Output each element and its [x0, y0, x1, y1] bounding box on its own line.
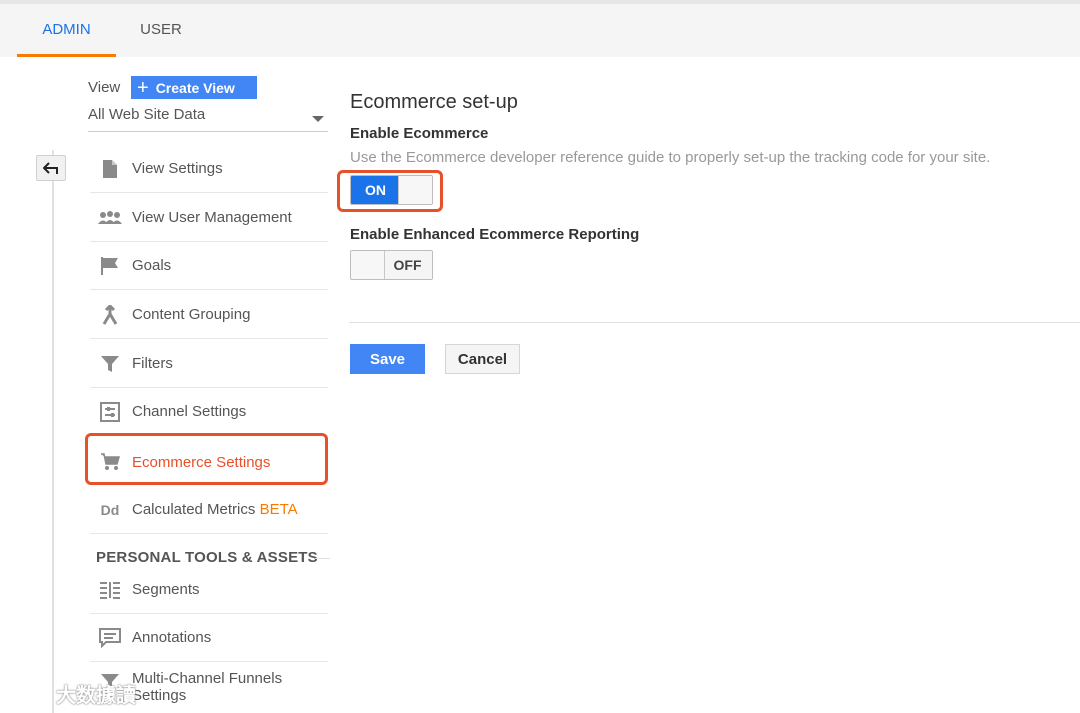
chevron-down-icon	[312, 116, 324, 122]
enable-ecommerce-description: Use the Ecommerce developer reference gu…	[350, 149, 991, 166]
enhanced-ecommerce-toggle[interactable]: OFF	[350, 250, 433, 280]
create-view-label: Create View	[155, 79, 235, 96]
annotation-icon	[97, 627, 123, 648]
create-view-button[interactable]: + Create View	[131, 76, 257, 99]
document-icon	[97, 159, 123, 179]
nav-item-label: View Settings	[132, 160, 223, 177]
nav-item-label: Channel Settings	[132, 403, 247, 420]
panel-divider	[52, 150, 54, 713]
cancel-button[interactable]: Cancel	[445, 344, 520, 374]
grouping-icon	[97, 304, 123, 325]
view-selector-value: All Web Site Data	[88, 106, 206, 123]
ecommerce-settings-highlight	[85, 433, 328, 485]
nav-item-label: Filters	[132, 355, 173, 372]
page-title: Ecommerce set-up	[350, 91, 518, 113]
filter-icon	[97, 354, 123, 374]
view-label: View	[88, 79, 121, 96]
flag-icon	[97, 256, 123, 276]
section-rule	[315, 558, 330, 559]
dd-icon: Dd	[100, 501, 120, 518]
nav-item-goals[interactable]: Goals	[90, 242, 328, 290]
plus-icon: +	[137, 76, 149, 99]
people-icon	[97, 208, 123, 228]
beta-badge: BETA	[259, 501, 298, 518]
nav-item-annotations[interactable]: Annotations	[90, 614, 328, 662]
ecommerce-toggle-highlight	[337, 170, 443, 212]
save-button[interactable]: Save	[350, 344, 425, 374]
back-arrow-icon	[43, 162, 58, 174]
tab-user[interactable]: USER	[118, 4, 204, 57]
back-button[interactable]	[36, 155, 66, 181]
enable-ecommerce-heading: Enable Ecommerce	[350, 125, 489, 142]
nav-item-label: Calculated Metrics	[132, 501, 256, 518]
divider	[349, 322, 1080, 323]
channel-settings-icon	[97, 401, 123, 422]
nav-item-content-grouping[interactable]: Content Grouping	[90, 291, 328, 339]
nav-item-label: Annotations	[132, 629, 212, 646]
watermark-logo-icon	[8, 684, 52, 703]
nav-item-label: Segments	[132, 581, 200, 598]
nav-item-label: Content Grouping	[132, 306, 251, 323]
nav-item-view-user-management[interactable]: View User Management	[90, 194, 328, 242]
segments-icon	[97, 580, 123, 600]
view-selector[interactable]: All Web Site Data	[88, 106, 328, 132]
nav-item-filters[interactable]: Filters	[90, 340, 328, 388]
top-tab-bar: ADMIN USER	[0, 0, 1080, 57]
nav-item-label: Goals	[132, 257, 172, 274]
nav-item-label: Multi-Channel Funnels Settings	[132, 670, 283, 704]
toggle-off-label: OFF	[393, 257, 422, 273]
nav-item-view-settings[interactable]: View Settings	[90, 145, 328, 193]
section-header-personal-tools: PERSONAL TOOLS & ASSETS	[96, 549, 318, 566]
watermark: 大数據讀	[8, 679, 136, 708]
nav-item-calculated-metrics[interactable]: Dd Calculated Metrics BETA	[90, 486, 328, 534]
toggle-knob	[351, 251, 385, 279]
nav-item-channel-settings[interactable]: Channel Settings	[90, 388, 328, 436]
nav-item-segments[interactable]: Segments	[90, 566, 328, 614]
nav-item-label: View User Management	[132, 209, 292, 226]
tab-admin[interactable]: ADMIN	[17, 4, 116, 57]
watermark-text: 大数據讀	[56, 683, 136, 707]
enhanced-ecommerce-heading: Enable Enhanced Ecommerce Reporting	[350, 226, 640, 243]
